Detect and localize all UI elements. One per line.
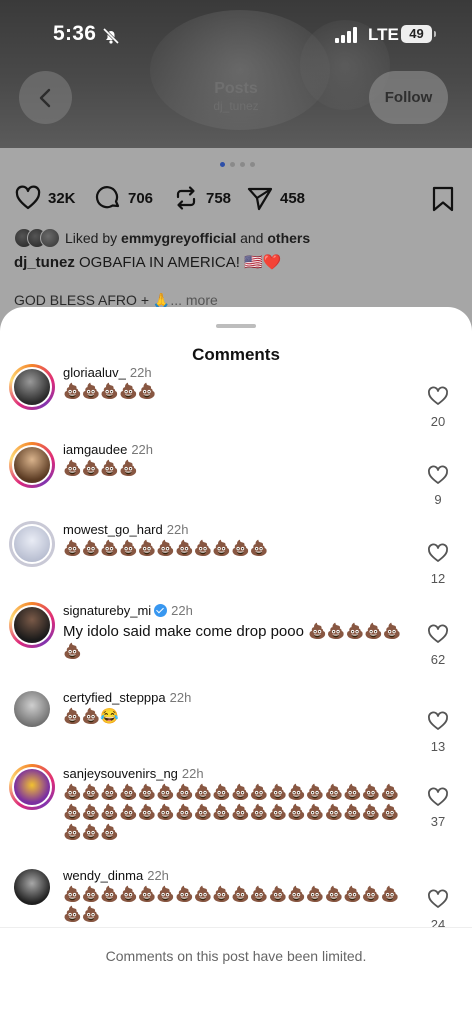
comment-username[interactable]: gloriaaluv_ <box>63 365 126 380</box>
more-link[interactable]: ... more <box>170 292 217 308</box>
comment-like-count: 20 <box>430 414 446 429</box>
comment-time: 22h <box>169 690 192 705</box>
share-count: 458 <box>280 189 306 207</box>
caption-username[interactable]: dj_tunez <box>14 254 75 271</box>
comment-text: My idolo said make come drop pooo 💩💩💩💩💩💩 <box>63 623 402 660</box>
follow-button[interactable]: Follow <box>369 71 448 124</box>
repost-count: 758 <box>206 189 232 207</box>
liked-by-text: Liked by emmygreyofficial and others <box>65 230 311 246</box>
liked-by-others: others <box>267 230 311 246</box>
heart-icon[interactable] <box>427 787 449 807</box>
comment-time: 22h <box>147 868 169 883</box>
repost-button[interactable]: 758 <box>172 182 231 214</box>
comment-time: 22h <box>181 766 204 781</box>
avatar[interactable] <box>9 864 55 910</box>
heart-icon[interactable] <box>427 624 449 644</box>
comment-text: 💩💩💩💩💩💩💩💩💩💩💩💩💩💩💩💩💩💩💩💩💩💩💩💩💩💩💩💩💩💩💩💩💩💩💩💩💩💩💩 <box>63 784 400 841</box>
bell-slash-icon <box>102 27 120 45</box>
comment-time: 22h <box>166 522 189 537</box>
liked-by-user: emmygreyofficial <box>121 230 237 246</box>
repost-icon <box>176 186 196 210</box>
comments-sheet: Comments gloriaaluv_ 22h 💩💩💩💩💩 20 iamgaud… <box>0 307 472 1024</box>
comment-text: 💩💩💩💩💩💩💩💩💩💩💩💩💩💩💩💩💩💩💩💩 <box>63 886 400 923</box>
comment-username[interactable]: wendy_dinma <box>63 868 143 883</box>
post-actions: 32K 706 758 458 <box>0 182 472 214</box>
verified-badge-icon <box>154 604 168 617</box>
avatar[interactable] <box>9 442 55 488</box>
comment-like-count: 9 <box>434 492 442 507</box>
avatar[interactable] <box>9 764 55 810</box>
comment-like-count: 12 <box>430 571 446 586</box>
comment-username[interactable]: mowest_go_hard <box>63 522 163 537</box>
share-button[interactable]: 458 <box>246 182 305 214</box>
heart-icon[interactable] <box>427 889 449 909</box>
heart-icon[interactable] <box>427 386 449 406</box>
status-time: 5:36 <box>53 22 97 45</box>
liked-by-avatars <box>14 228 60 248</box>
comment-bubble-icon <box>95 186 120 209</box>
avatar[interactable] <box>9 521 55 567</box>
comment-count: 706 <box>128 189 154 207</box>
liked-by[interactable]: Liked by emmygreyofficial and others <box>14 227 310 249</box>
comment-username[interactable]: signatureby_mi <box>63 603 151 618</box>
comment-time: 22h <box>171 603 193 618</box>
comment-button[interactable]: 706 <box>94 182 153 214</box>
comments-title: Comments <box>192 345 280 364</box>
comment-text: 💩💩💩💩💩 <box>63 383 157 400</box>
avatar[interactable] <box>9 364 55 410</box>
carousel-indicator <box>220 162 255 167</box>
heart-icon[interactable] <box>427 465 449 485</box>
comment-text: 💩💩💩💩 <box>63 460 138 477</box>
status-bar: 5:36 LTE 49 <box>0 0 472 70</box>
avatar[interactable] <box>9 602 55 648</box>
bookmark-icon[interactable] <box>431 186 455 212</box>
like-button[interactable]: 32K <box>14 182 76 214</box>
like-count: 32K <box>48 189 76 207</box>
comment-time: 22h <box>131 442 154 457</box>
comment-like-count: 13 <box>430 739 446 754</box>
comment-text: 💩💩💩💩💩💩💩💩💩💩💩 <box>63 540 269 557</box>
heart-icon[interactable] <box>427 711 449 731</box>
comment-like-count: 62 <box>430 652 446 667</box>
heart-icon <box>15 185 41 210</box>
sheet-drag-handle[interactable] <box>216 324 256 328</box>
comment-time: 22h <box>129 365 152 380</box>
heart-icon[interactable] <box>427 543 449 563</box>
battery-icon: 49 <box>401 25 436 43</box>
comments-limited-text: Comments on this post have been limited. <box>105 948 367 964</box>
network-type: LTE <box>368 25 399 44</box>
comment-text: 💩💩😂 <box>63 708 120 725</box>
comments-limited-footer: Comments on this post have been limited. <box>0 927 472 1024</box>
cellular-signal-icon <box>335 27 357 43</box>
avatar[interactable] <box>9 686 55 732</box>
post-caption: dj_tunez OGBAFIA IN AMERICA! 🇺🇸❤️ <box>14 254 282 271</box>
comment-like-count: 37 <box>430 814 446 829</box>
comment-username[interactable]: iamgaudee <box>63 442 127 457</box>
comment-username[interactable]: sanjeysouvenirs_ng <box>63 766 178 781</box>
comment-username[interactable]: certyfied_stepppa <box>63 690 166 705</box>
send-icon <box>247 187 273 211</box>
